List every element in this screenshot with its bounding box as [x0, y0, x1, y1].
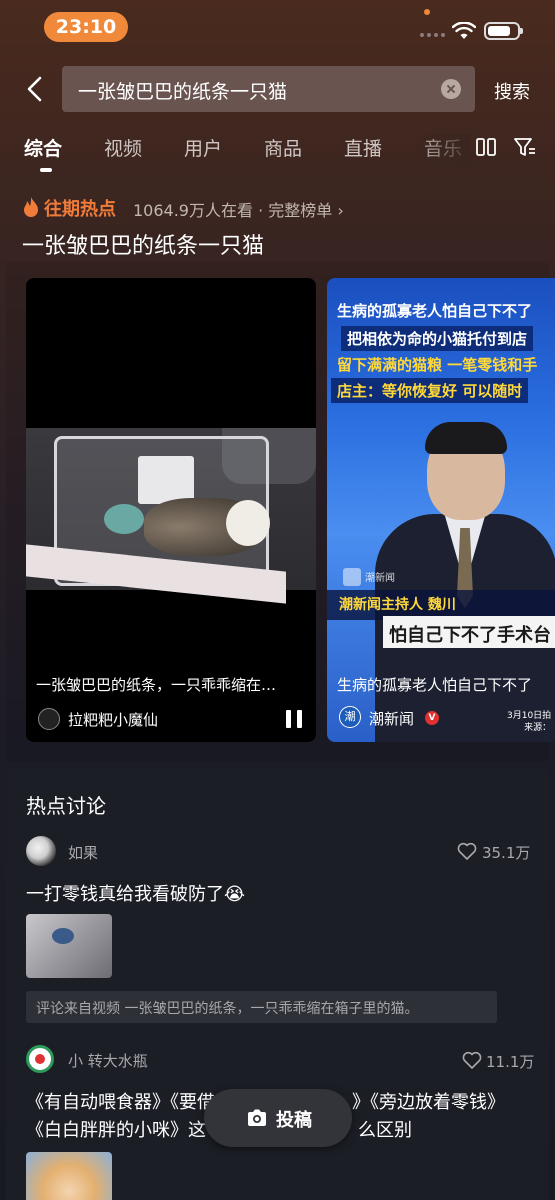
video-1-frame: [26, 428, 316, 604]
video-2-date: 3月10日拍 来源：: [507, 711, 552, 733]
news-logo-icon: [343, 568, 361, 586]
hot-viewers[interactable]: 1064.9万人在看 · 完整榜单 ›: [133, 197, 344, 221]
avatar[interactable]: [26, 836, 56, 866]
pause-icon[interactable]: [286, 710, 302, 728]
heart-icon[interactable]: [462, 1051, 482, 1069]
comment-text: 》《旁边放着零钱》: [352, 1092, 505, 1113]
video-1-caption: 一张皱巴巴的纸条，一只乖乖缩在…: [36, 676, 277, 694]
clear-icon[interactable]: [441, 79, 461, 99]
tab-fade: [410, 134, 470, 166]
recording-dot-icon: [424, 9, 430, 15]
tab-live[interactable]: 直播: [344, 134, 382, 161]
comment-author[interactable]: 如果: [68, 842, 98, 863]
back-icon[interactable]: [22, 74, 52, 104]
comment-thumbnail[interactable]: [26, 914, 112, 978]
video-1-author[interactable]: 拉粑粑小魔仙: [68, 709, 158, 730]
video-2-subtitle: 怕自己下不了手术台: [389, 625, 551, 646]
video-2-logo-text: 潮新闻: [365, 573, 395, 584]
search-button[interactable]: 搜索: [494, 78, 530, 104]
hot-label: 往期热点: [44, 199, 116, 220]
status-time: 23:10: [44, 12, 128, 42]
comment-source[interactable]: 评论来自视频 一张皱巴巴的纸条，一只乖乖缩在箱子里的猫。: [26, 991, 497, 1023]
tab-comprehensive[interactable]: 综合: [24, 134, 62, 161]
video-card-2[interactable]: 生病的孤寡老人怕自己下不了 把相依为命的小猫托付到店 留下满满的猫粮 一笔零钱和…: [327, 278, 555, 742]
signal-icon: [420, 33, 446, 39]
comment-text: 一打零钱真给我看破防了😭: [26, 884, 246, 905]
video-card-1[interactable]: 一张皱巴巴的纸条，一只乖乖缩在… 拉粑粑小魔仙: [26, 278, 316, 742]
video-2-overlay-line: 生病的孤寡老人怕自己下不了: [337, 302, 533, 320]
video-2-host: 潮新闻主持人 魏川: [339, 597, 456, 613]
post-label: 投稿: [276, 1110, 312, 1131]
tab-bar: 综合 视频 用户 商品 直播 音乐: [0, 134, 555, 174]
comment-text: 《有自动喂食器》《要借: [26, 1092, 215, 1113]
status-bar: 23:10: [0, 0, 555, 54]
video-2-overlay-line: 留下满满的猫粮 一笔零钱和手: [337, 356, 538, 374]
tab-video[interactable]: 视频: [104, 134, 142, 161]
post-button[interactable]: 投稿: [204, 1089, 352, 1147]
video-2-overlay-line: 店主：等你恢复好 可以随时: [331, 378, 529, 403]
comment-text: 《白白胖胖的小咪》这: [26, 1120, 206, 1141]
tab-goods[interactable]: 商品: [264, 134, 302, 161]
tab-indicator: [40, 168, 52, 172]
like-count: 11.1万: [486, 1053, 535, 1071]
search-query: 一张皱巴巴的纸条一只猫: [78, 81, 288, 103]
avatar[interactable]: [38, 708, 60, 730]
comment-author[interactable]: 小 转大水瓶: [68, 1050, 148, 1071]
video-2-overlay-line: 把相依为命的小猫托付到店: [341, 326, 534, 351]
filter-icon[interactable]: [514, 137, 536, 157]
hot-title: 一张皱巴巴的纸条一只猫: [22, 234, 265, 259]
battery-icon: [484, 22, 523, 40]
video-2-author[interactable]: 潮新闻: [369, 708, 414, 729]
search-input[interactable]: 一张皱巴巴的纸条一只猫: [62, 66, 475, 112]
comment-thumbnail[interactable]: [26, 1152, 112, 1200]
like-count: 35.1万: [482, 844, 531, 862]
heart-icon[interactable]: [457, 842, 477, 860]
fire-icon: [24, 197, 38, 217]
comment-text: 么区别: [358, 1120, 412, 1141]
tab-user[interactable]: 用户: [184, 134, 222, 161]
camera-icon: [248, 1109, 266, 1126]
avatar[interactable]: 潮: [339, 706, 361, 728]
wifi-icon: [452, 22, 476, 39]
video-2-caption: 生病的孤寡老人怕自己下不了: [337, 676, 533, 694]
grid-icon[interactable]: [476, 138, 496, 156]
verified-icon: V: [425, 711, 439, 725]
avatar[interactable]: [26, 1045, 54, 1073]
discussion-title: 热点讨论: [26, 794, 106, 818]
